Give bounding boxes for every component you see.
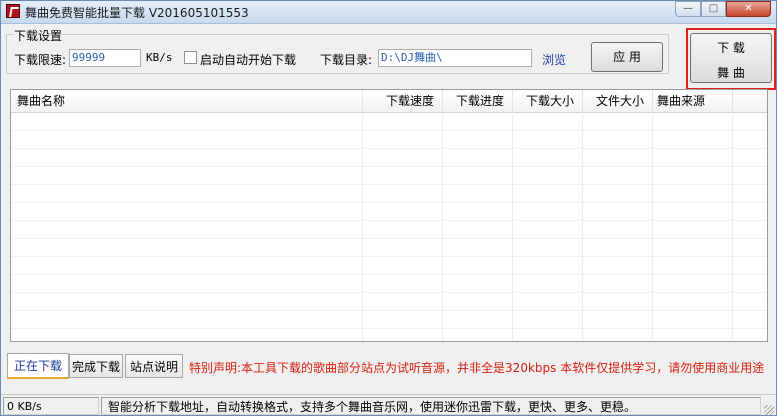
column-header-speed[interactable]: 下载速度	[363, 90, 443, 112]
column-divider	[582, 112, 583, 341]
row-gridline	[11, 328, 767, 329]
row-gridline	[11, 202, 767, 203]
browse-link[interactable]: 浏览	[542, 51, 566, 68]
row-gridline	[11, 238, 767, 239]
column-divider	[652, 112, 653, 341]
column-divider	[442, 112, 443, 341]
close-button[interactable]: ✕	[726, 1, 771, 17]
row-gridline	[11, 130, 767, 131]
main-window: 舞曲免费智能批量下载 V201605101553 — □ ✕ 下载设置 下载限速…	[0, 0, 777, 416]
tab-completed[interactable]: 完成下载	[69, 354, 123, 378]
row-gridline	[11, 310, 767, 311]
column-header-downloaded[interactable]: 下载大小	[513, 90, 583, 112]
download-settings-title: 下载设置	[14, 27, 63, 44]
row-gridline	[11, 256, 767, 257]
apply-button[interactable]: 应 用	[591, 42, 663, 72]
maximize-button[interactable]: □	[701, 1, 726, 17]
download-list[interactable]: 舞曲名称 下载速度 下载进度 下载大小 文件大小 舞曲来源	[10, 89, 768, 342]
row-gridline	[11, 184, 767, 185]
status-message: 智能分析下载地址，自动转换格式，支持多个舞曲音乐网，使用迷你迅雷下载，更快、更多…	[101, 397, 761, 415]
column-header-progress[interactable]: 下载进度	[443, 90, 513, 112]
download-dir-input[interactable]: D:\DJ舞曲\	[378, 49, 532, 67]
column-divider	[362, 112, 363, 341]
download-button-highlight	[686, 28, 776, 90]
app-logo-icon	[6, 4, 20, 18]
column-header-filler	[733, 90, 767, 112]
minimize-button[interactable]: —	[675, 1, 701, 17]
column-divider	[732, 112, 733, 341]
speed-unit-label: KB/s	[146, 51, 173, 64]
column-header-filesize[interactable]: 文件大小	[583, 90, 653, 112]
row-gridline	[11, 166, 767, 167]
row-gridline	[11, 292, 767, 293]
row-gridline	[11, 148, 767, 149]
speed-limit-input[interactable]: 99999	[69, 49, 141, 67]
status-speed: 0 KB/s	[3, 397, 99, 415]
list-header: 舞曲名称 下载速度 下载进度 下载大小 文件大小 舞曲来源	[11, 90, 767, 113]
speed-limit-label: 下载限速:	[14, 53, 67, 67]
column-header-name[interactable]: 舞曲名称	[11, 90, 363, 112]
auto-start-label: 启动自动开始下载	[200, 53, 297, 67]
window-title: 舞曲免费智能批量下载 V201605101553	[25, 6, 249, 20]
resize-grip-icon[interactable]	[764, 405, 774, 415]
column-divider	[512, 112, 513, 341]
row-gridline	[11, 274, 767, 275]
tab-site-info[interactable]: 站点说明	[125, 354, 183, 378]
title-bar[interactable]: 舞曲免费智能批量下载 V201605101553 — □ ✕	[1, 1, 776, 24]
download-dir-label: 下载目录:	[320, 53, 373, 67]
tab-downloading[interactable]: 正在下载	[7, 353, 69, 379]
status-bar: 0 KB/s 智能分析下载地址，自动转换格式，支持多个舞曲音乐网，使用迷你迅雷下…	[1, 394, 776, 415]
column-header-source[interactable]: 舞曲来源	[653, 90, 733, 112]
auto-start-checkbox[interactable]	[184, 51, 197, 64]
row-gridline	[11, 220, 767, 221]
disclaimer-notice: 特别声明:本工具下载的歌曲部分站点为试听音源，并非全是320kbps 本软件仅提…	[189, 361, 765, 375]
